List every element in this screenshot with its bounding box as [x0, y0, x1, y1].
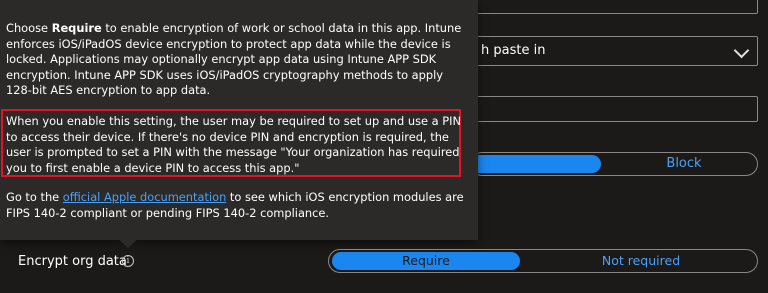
tooltip-bold-text: Require [51, 21, 102, 35]
tooltip-paragraph-3: Go to the official Apple documentation t… [6, 190, 466, 221]
info-icon[interactable]: i [122, 255, 134, 267]
apple-documentation-link[interactable]: official Apple documentation [63, 190, 227, 204]
dropdown-select[interactable]: h paste in [470, 36, 758, 66]
encrypt-org-data-label: Encrypt org data [18, 254, 127, 269]
toggle-option-allow[interactable] [471, 155, 601, 173]
tooltip-text: Go to the [6, 190, 63, 204]
tooltip-paragraph-2: When you enable this setting, the user m… [6, 114, 462, 175]
dropdown-value: h paste in [481, 43, 546, 58]
tooltip-arrow [118, 239, 138, 248]
encrypt-org-data-toggle[interactable]: Require Not required [328, 249, 758, 273]
tooltip-paragraph-1: Choose Require to enable encryption of w… [6, 21, 466, 99]
text-field-top[interactable] [470, 0, 758, 14]
toggle-option-require[interactable]: Require [332, 252, 520, 270]
chevron-down-icon [733, 42, 750, 59]
tooltip-text: Choose [6, 21, 52, 35]
toggle-option-block[interactable]: Block [611, 153, 757, 175]
toggle-option-not-required[interactable]: Not required [525, 250, 757, 272]
text-field[interactable] [470, 96, 758, 122]
info-tooltip: Choose Require to enable encryption of w… [0, 0, 478, 240]
allow-block-toggle[interactable]: Block [470, 152, 758, 176]
